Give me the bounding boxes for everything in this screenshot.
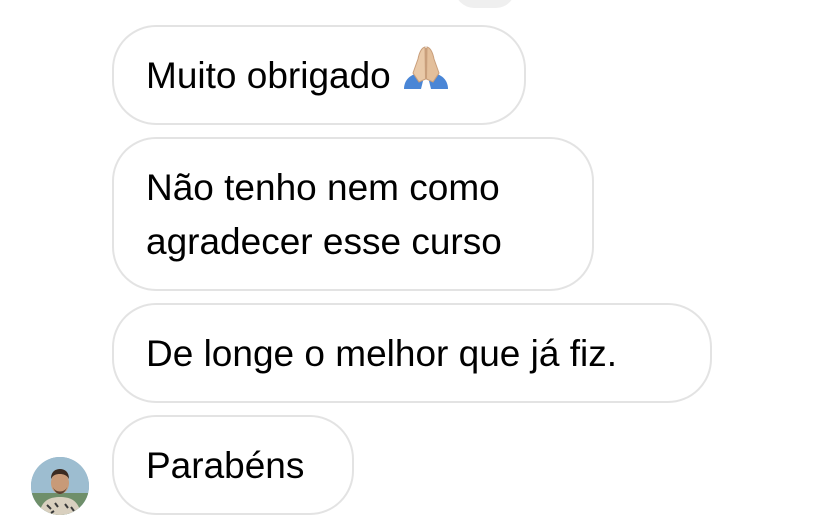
praying-hands-icon (401, 45, 451, 106)
avatar[interactable] (31, 457, 89, 515)
message-text-line-2: agradecer esse curso (146, 221, 502, 262)
previous-message-bubble-edge (455, 0, 515, 8)
avatar-photo-icon (31, 457, 89, 515)
message-bubble-thanks[interactable]: Muito obrigado (112, 25, 526, 125)
message-text: Muito obrigado (146, 55, 391, 96)
message-text: De longe o melhor que já fiz. (146, 333, 617, 374)
message-bubble-congrats[interactable]: Parabéns (112, 415, 354, 515)
message-bubble-best[interactable]: De longe o melhor que já fiz. (112, 303, 712, 403)
message-text: Parabéns (146, 445, 305, 486)
message-text-line-1: Não tenho nem como (146, 167, 500, 208)
message-bubble-grateful[interactable]: Não tenho nem como agradecer esse curso (112, 137, 594, 291)
